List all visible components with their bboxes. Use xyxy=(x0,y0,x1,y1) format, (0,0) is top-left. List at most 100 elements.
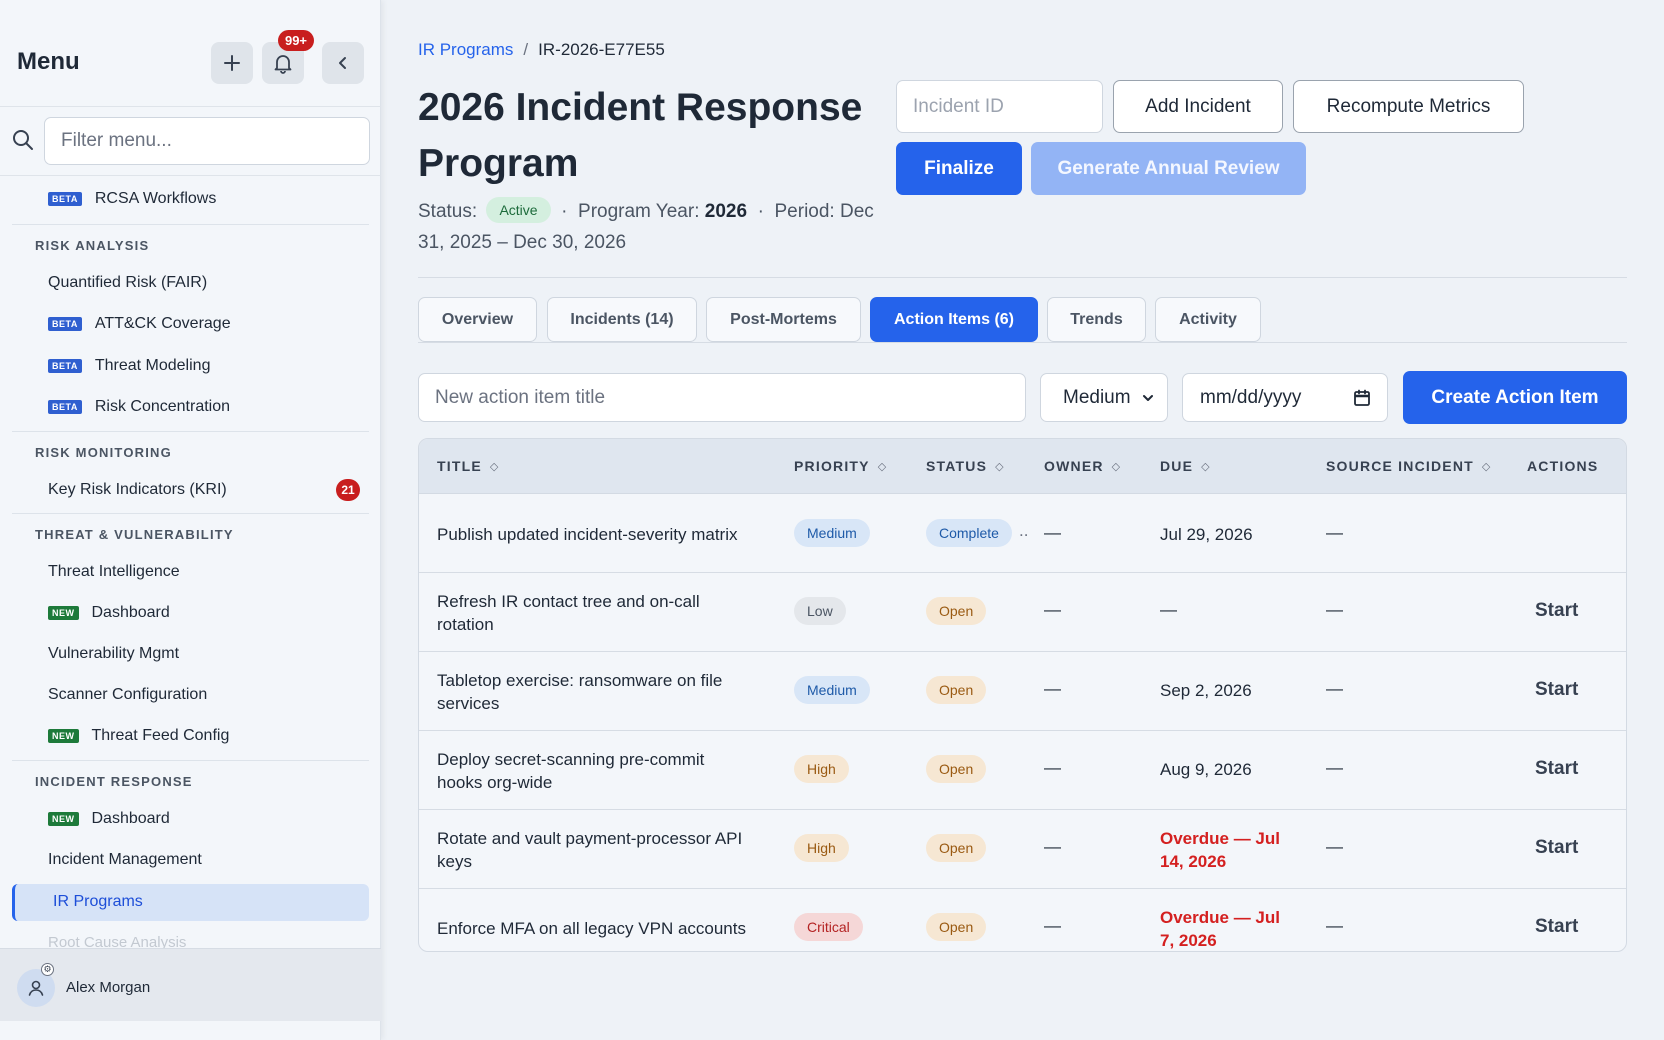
source-incident-cell: — xyxy=(1326,679,1343,698)
new-action-item-title-input[interactable] xyxy=(418,373,1026,422)
title-line: Publish updated incident-severity matrix xyxy=(437,525,738,544)
new-tag: NEW xyxy=(48,812,79,826)
title-line: Deploy secret-scanning pre-commit xyxy=(437,750,705,769)
table-row: Publish updated incident-severity matrix… xyxy=(419,494,1626,573)
sidebar-item-threat-intelligence[interactable]: Threat Intelligence xyxy=(48,563,180,581)
sidebar-item-rcsa-workflows[interactable]: BETA RCSA Workflows xyxy=(48,190,216,208)
tab-activity[interactable]: Activity xyxy=(1155,297,1261,342)
due-cell: — xyxy=(1160,600,1177,619)
beta-tag: BETA xyxy=(48,400,82,414)
priority-select-value: Medium xyxy=(1063,386,1131,408)
sidebar-item-threat-modeling[interactable]: BETA Threat Modeling xyxy=(48,357,210,375)
add-incident-button[interactable]: Add Incident xyxy=(1113,80,1283,133)
sidebar-item-vulnerability-mgmt[interactable]: Vulnerability Mgmt xyxy=(48,645,179,663)
sidebar-item-tv-dashboard[interactable]: NEW Dashboard xyxy=(48,604,170,622)
program-meta: Status: Active · Program Year: 2026 · Pe… xyxy=(418,196,888,258)
title-line: services xyxy=(437,694,500,713)
sidebar-item-label: Incident Management xyxy=(48,851,202,868)
settings-gear-icon[interactable]: ⚙ xyxy=(41,963,54,976)
status-badge: Open xyxy=(926,676,987,704)
sidebar-item-label: Risk Concentration xyxy=(94,398,231,415)
sort-icon[interactable]: ◇ xyxy=(878,460,886,473)
column-label: OWNER xyxy=(1044,458,1104,474)
tab-post-mortems[interactable]: Post-Mortems xyxy=(706,297,861,342)
divider xyxy=(418,277,1627,278)
sidebar-item-kri[interactable]: Key Risk Indicators (KRI) xyxy=(48,481,227,499)
create-action-item-button[interactable]: Create Action Item xyxy=(1403,371,1627,424)
sort-icon[interactable]: ◇ xyxy=(995,460,1003,473)
sidebar-item-threat-feed-config[interactable]: NEW Threat Feed Config xyxy=(48,727,229,745)
start-button[interactable]: Start xyxy=(1535,758,1578,780)
column-header-status[interactable]: STATUS ◇ xyxy=(926,458,1004,474)
finalize-button[interactable]: Finalize xyxy=(896,142,1022,195)
sort-icon[interactable]: ◇ xyxy=(1201,460,1209,473)
table-row: Enforce MFA on all legacy VPN accounts C… xyxy=(419,889,1626,951)
beta-tag: BETA xyxy=(48,359,82,373)
incident-id-input[interactable] xyxy=(896,80,1103,133)
status-badge: Open xyxy=(926,913,987,941)
priority-badge: Medium xyxy=(794,676,870,704)
owner-cell: — xyxy=(1044,758,1061,777)
sidebar-item-incident-management[interactable]: Incident Management xyxy=(48,851,202,869)
priority-select[interactable]: Medium xyxy=(1040,373,1168,422)
priority-badge: Low xyxy=(794,597,846,625)
column-header-owner[interactable]: OWNER ◇ xyxy=(1044,458,1120,474)
program-year-value: 2026 xyxy=(704,201,748,222)
column-header-due[interactable]: DUE ◇ xyxy=(1160,458,1210,474)
divider xyxy=(12,224,369,225)
sidebar-item-risk-concentration[interactable]: BETA Risk Concentration xyxy=(48,398,230,416)
start-button[interactable]: Start xyxy=(1535,837,1578,859)
sidebar-item-ir-programs[interactable]: IR Programs xyxy=(12,884,369,921)
column-header-title[interactable]: TITLE ◇ xyxy=(437,458,498,474)
sort-icon[interactable]: ◇ xyxy=(1112,460,1120,473)
sidebar-item-label: Scanner Configuration xyxy=(48,686,208,703)
title-line: Tabletop exercise: ransomware on file xyxy=(437,671,723,690)
meta-separator: · xyxy=(561,201,568,222)
sidebar-item-root-cause-analysis[interactable]: Root Cause Analysis xyxy=(48,934,186,948)
row-title: Deploy secret-scanning pre-commit hooks o… xyxy=(437,748,704,794)
chevron-down-icon xyxy=(1143,394,1153,401)
column-label: STATUS xyxy=(926,458,988,474)
tab-action-items[interactable]: Action Items (6) xyxy=(870,297,1038,342)
divider xyxy=(12,513,369,514)
collapse-sidebar-button[interactable] xyxy=(322,42,364,84)
sort-icon[interactable]: ◇ xyxy=(490,460,498,473)
tab-overview[interactable]: Overview xyxy=(418,297,537,342)
user-name: Alex Morgan xyxy=(66,979,151,996)
status-badge: Open xyxy=(926,834,987,862)
due-cell: Sep 2, 2026 xyxy=(1160,679,1252,702)
due-date-input[interactable]: mm/dd/yyyy xyxy=(1182,373,1388,422)
start-button[interactable]: Start xyxy=(1535,679,1578,701)
priority-badge: Critical xyxy=(794,913,863,941)
sidebar-item-quantified-risk[interactable]: Quantified Risk (FAIR) xyxy=(48,274,207,292)
tab-incidents[interactable]: Incidents (14) xyxy=(547,297,697,342)
table-row: Deploy secret-scanning pre-commit hooks o… xyxy=(419,731,1626,810)
due-text: Sep 2, 2026 xyxy=(1160,681,1252,700)
source-incident-cell: — xyxy=(1326,837,1343,856)
start-button[interactable]: Start xyxy=(1535,600,1578,622)
column-header-priority[interactable]: PRIORITY ◇ xyxy=(794,458,886,474)
sidebar-title: Menu xyxy=(17,48,80,75)
breadcrumb-link-ir-programs[interactable]: IR Programs xyxy=(418,40,513,60)
title-line: keys xyxy=(437,852,472,871)
breadcrumb-current: IR-2026-E77E55 xyxy=(538,40,665,59)
title-line: hooks org-wide xyxy=(437,773,553,792)
generate-annual-review-button[interactable]: Generate Annual Review xyxy=(1031,142,1306,195)
sidebar-item-label: Dashboard xyxy=(91,810,170,827)
start-button[interactable]: Start xyxy=(1535,916,1578,938)
column-header-source-incident[interactable]: SOURCE INCIDENT ◇ xyxy=(1326,458,1490,474)
user-footer[interactable]: ⚙ Alex Morgan xyxy=(0,948,381,1021)
add-button[interactable] xyxy=(211,42,253,84)
status-badge: Active xyxy=(486,197,551,223)
calendar-icon[interactable] xyxy=(1353,389,1371,407)
filter-menu-input[interactable] xyxy=(44,117,370,165)
tabs-underline xyxy=(418,342,1627,343)
owner-cell: — xyxy=(1044,600,1061,619)
sidebar-item-attack-coverage[interactable]: BETA ATT&CK Coverage xyxy=(48,315,231,333)
sidebar-item-ir-dashboard[interactable]: NEW Dashboard xyxy=(48,810,170,828)
title-line: Enforce MFA on all legacy VPN accounts xyxy=(437,919,746,938)
tab-trends[interactable]: Trends xyxy=(1047,297,1146,342)
recompute-metrics-button[interactable]: Recompute Metrics xyxy=(1293,80,1524,133)
sort-icon[interactable]: ◇ xyxy=(1482,460,1490,473)
sidebar-item-scanner-configuration[interactable]: Scanner Configuration xyxy=(48,686,207,704)
